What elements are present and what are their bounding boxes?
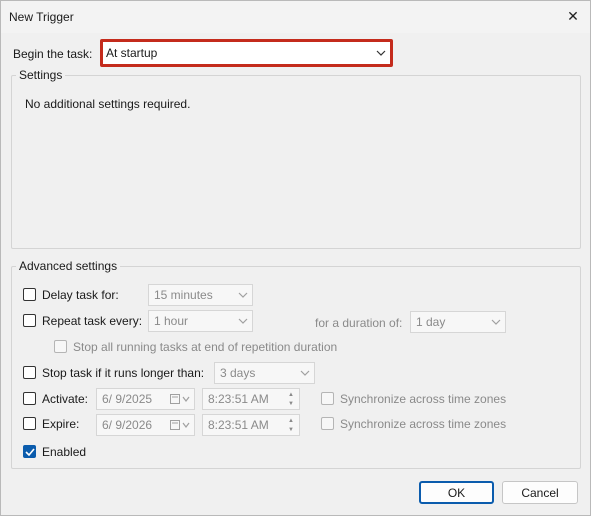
chevron-down-icon xyxy=(234,311,252,331)
stop-running-tasks-checkbox[interactable] xyxy=(54,340,67,353)
delay-task-label: Delay task for: xyxy=(42,288,119,302)
stop-if-longer-dropdown[interactable]: 3 days xyxy=(214,362,315,384)
settings-legend: Settings xyxy=(16,68,66,82)
spin-up-icon[interactable]: ▲ xyxy=(284,390,298,399)
activate-time-spinner[interactable]: ▲ ▼ xyxy=(284,390,298,408)
activate-time-picker[interactable]: 8:23:51 AM ▲ ▼ xyxy=(202,388,300,410)
expire-checkbox[interactable] xyxy=(23,417,36,430)
expire-sync-label: Synchronize across time zones xyxy=(340,417,507,431)
spin-down-icon[interactable]: ▼ xyxy=(284,425,298,434)
expire-time-picker[interactable]: 8:23:51 AM ▲ ▼ xyxy=(202,414,300,436)
close-button[interactable]: ✕ xyxy=(558,3,588,29)
begin-task-value: At startup xyxy=(106,46,158,60)
spin-up-icon[interactable]: ▲ xyxy=(284,416,298,425)
repeat-task-value: 1 hour xyxy=(154,314,189,328)
duration-value: 1 day xyxy=(416,315,446,329)
activate-date-picker[interactable]: 6/ 9/2025 xyxy=(96,388,195,410)
expire-label: Expire: xyxy=(42,417,80,431)
begin-task-label: Begin the task: xyxy=(13,47,93,61)
advanced-settings-legend: Advanced settings xyxy=(16,259,121,273)
stop-if-longer-label: Stop task if it runs longer than: xyxy=(42,366,205,380)
title-bar: New Trigger ✕ xyxy=(1,1,590,33)
delay-task-dropdown[interactable]: 15 minutes xyxy=(148,284,253,306)
chevron-down-icon xyxy=(296,363,314,383)
stop-if-longer-value: 3 days xyxy=(220,366,256,380)
delay-task-value: 15 minutes xyxy=(154,288,213,302)
duration-dropdown[interactable]: 1 day xyxy=(410,311,506,333)
duration-label: for a duration of: xyxy=(315,316,403,330)
activate-sync-checkbox[interactable] xyxy=(321,392,334,405)
settings-message: No additional settings required. xyxy=(25,97,191,111)
activate-label: Activate: xyxy=(42,392,89,406)
stop-running-tasks-label: Stop all running tasks at end of repetit… xyxy=(73,340,338,354)
repeat-task-label: Repeat task every: xyxy=(42,314,143,328)
cancel-button[interactable]: Cancel xyxy=(502,481,578,504)
repeat-task-checkbox[interactable] xyxy=(23,314,36,327)
stop-if-longer-checkbox[interactable] xyxy=(23,366,36,379)
enabled-label: Enabled xyxy=(42,445,87,459)
expire-date-value: 6/ 9/2026 xyxy=(102,418,153,432)
expire-date-picker[interactable]: 6/ 9/2026 xyxy=(96,414,195,436)
calendar-icon xyxy=(168,415,194,435)
spin-down-icon[interactable]: ▼ xyxy=(284,399,298,408)
activate-date-value: 6/ 9/2025 xyxy=(102,392,153,406)
enabled-checkbox[interactable] xyxy=(23,445,36,458)
chevron-down-icon xyxy=(487,312,505,332)
new-trigger-dialog: New Trigger ✕ Begin the task: At startup… xyxy=(0,0,591,516)
activate-sync-label: Synchronize across time zones xyxy=(340,392,507,406)
expire-time-spinner[interactable]: ▲ ▼ xyxy=(284,416,298,434)
checkmark-icon xyxy=(24,447,35,456)
repeat-task-dropdown[interactable]: 1 hour xyxy=(148,310,253,332)
calendar-icon xyxy=(168,389,194,409)
delay-task-checkbox[interactable] xyxy=(23,288,36,301)
chevron-down-icon xyxy=(234,285,252,305)
close-icon: ✕ xyxy=(567,7,579,24)
begin-task-dropdown[interactable]: At startup xyxy=(100,39,393,67)
activate-checkbox[interactable] xyxy=(23,392,36,405)
window-title: New Trigger xyxy=(9,10,74,24)
expire-sync-checkbox[interactable] xyxy=(321,417,334,430)
ok-button[interactable]: OK xyxy=(419,481,494,504)
chevron-down-icon xyxy=(372,42,390,64)
